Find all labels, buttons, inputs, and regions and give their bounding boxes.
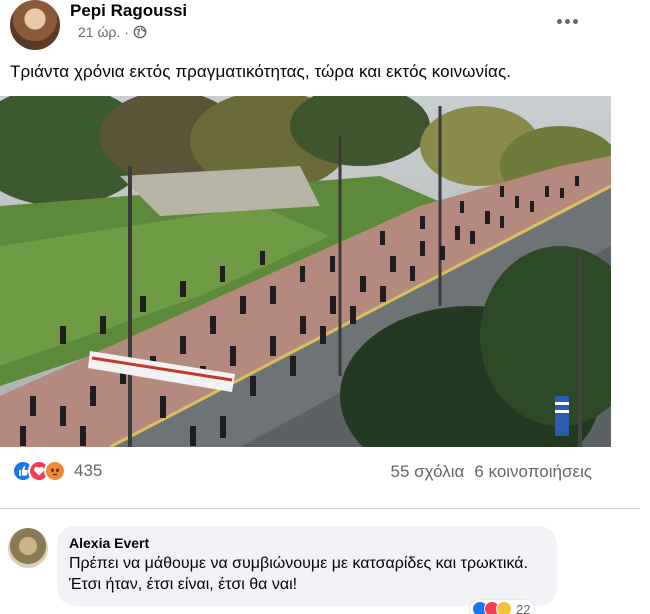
comment-bubble: Alexia Evert Πρέπει να μάθουμε να συμβιώ…: [57, 526, 557, 606]
comment-author[interactable]: Alexia Evert: [69, 535, 545, 551]
author-name[interactable]: Pepi Ragoussi: [70, 1, 187, 21]
street-protest-photo[interactable]: [0, 96, 611, 447]
angry-icon: [44, 460, 66, 482]
author-avatar[interactable]: [10, 0, 60, 50]
commenter-avatar[interactable]: [8, 528, 48, 568]
haha-icon: [496, 601, 512, 614]
reaction-count: 435: [74, 461, 103, 480]
post-timestamp[interactable]: 21 ώρ.: [78, 24, 120, 40]
comments-count-link[interactable]: 55 σχόλια: [391, 462, 465, 482]
comment-text: Πρέπει να μάθουμε να συμβιώνουμε με κατσ…: [69, 555, 528, 593]
reaction-summary[interactable]: 435: [12, 460, 102, 482]
post-header: Pepi Ragoussi 21 ώρ. ·: [10, 0, 640, 52]
post-meta: 21 ώρ. ·: [78, 24, 147, 40]
more-options-icon[interactable]: [554, 8, 580, 34]
comment-reaction-count: 22: [516, 601, 531, 614]
comment-reactions[interactable]: 22: [470, 600, 535, 614]
post-text: Τριάντα χρόνια εκτός πραγματικότητας, τώ…: [10, 62, 512, 81]
photo-illustration: [0, 96, 611, 447]
post-stats: 55 σχόλια 6 κοινοποιήσεις: [391, 462, 592, 482]
meta-separator: ·: [124, 24, 129, 40]
shares-count-link[interactable]: 6 κοινοποιήσεις: [474, 462, 592, 482]
globe-icon[interactable]: [133, 25, 147, 39]
divider: [0, 508, 640, 509]
